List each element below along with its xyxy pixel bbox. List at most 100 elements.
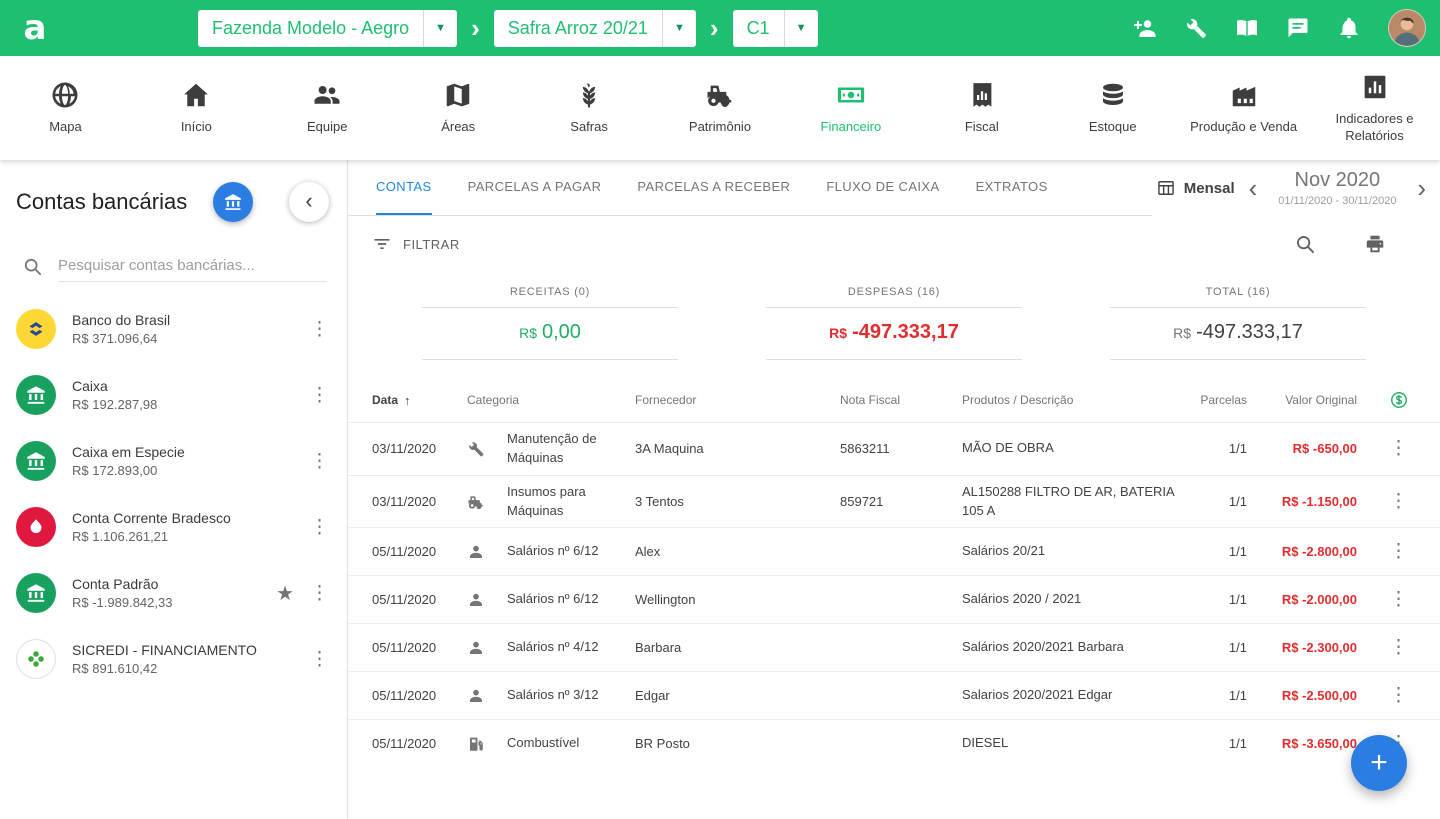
tractor-icon: [467, 493, 507, 511]
accounts-search: [22, 250, 327, 282]
transaction-row[interactable]: 05/11/2020 Salários nº 6/12 Alex Salário…: [348, 527, 1440, 575]
printer-icon: [1364, 233, 1386, 255]
account-row-conta-padrao[interactable]: Conta Padrão R$ -1.989.842,33 ★ ⋮: [0, 560, 347, 626]
nav-item-estoque[interactable]: Estoque: [1047, 56, 1178, 160]
transaction-installments: 1/1: [1197, 688, 1247, 703]
transaction-date: 05/11/2020: [372, 640, 467, 655]
collapse-sidebar-button[interactable]: ‹: [289, 182, 329, 222]
transaction-category: Combustível: [507, 734, 635, 753]
row-menu-button[interactable]: ⋮: [1379, 684, 1418, 707]
next-month-button[interactable]: ›: [1411, 175, 1432, 201]
add-transaction-fab[interactable]: +: [1351, 735, 1407, 791]
account-row-caixa-em-especie[interactable]: Caixa em Especie R$ 172.893,00 ⋮: [0, 428, 347, 494]
print-button[interactable]: [1364, 233, 1386, 255]
notifications-button[interactable]: [1337, 16, 1361, 40]
kebab-icon: ⋮: [310, 385, 329, 406]
filter-label: FILTRAR: [403, 237, 460, 252]
column-header-data[interactable]: Data ↑: [372, 393, 467, 408]
accounts-search-input[interactable]: [58, 250, 327, 282]
nav-item-financeiro[interactable]: Financeiro: [785, 56, 916, 160]
transaction-installments: 1/1: [1197, 441, 1247, 456]
transaction-value: R$ -2.300,00: [1247, 640, 1357, 655]
transaction-row[interactable]: 03/11/2020 Manutenção de Máquinas 3A Maq…: [348, 422, 1440, 475]
nav-item-safras[interactable]: Safras: [524, 56, 655, 160]
nav-item-equipe[interactable]: Equipe: [262, 56, 393, 160]
season-selector[interactable]: Safra Arroz 20/21 ▼: [494, 10, 696, 47]
total-value: R$-497.333,17: [1110, 308, 1366, 360]
period-mode-button[interactable]: Mensal: [1156, 178, 1235, 198]
row-menu-button[interactable]: ⋮: [1379, 490, 1418, 513]
account-balance: R$ 1.106.261,21: [72, 529, 231, 544]
transaction-installments: 1/1: [1197, 736, 1247, 751]
account-menu-button[interactable]: ⋮: [300, 516, 339, 539]
table-header: Data ↑ Categoria Fornecedor Nota Fiscal …: [348, 378, 1440, 422]
previous-month-button[interactable]: ‹: [1243, 175, 1264, 201]
nav-item-producao-venda[interactable]: Produção e Venda: [1178, 56, 1309, 160]
month-range: 01/11/2020 - 30/11/2020: [1263, 195, 1411, 207]
transaction-description: DIESEL: [962, 734, 1197, 753]
help-guide-button[interactable]: [1235, 16, 1259, 40]
account-menu-button[interactable]: ⋮: [300, 648, 339, 671]
chat-button[interactable]: [1286, 16, 1310, 40]
transaction-value: R$ -2.800,00: [1247, 544, 1357, 559]
row-menu-button[interactable]: ⋮: [1379, 588, 1418, 611]
account-menu-button[interactable]: ⋮: [300, 450, 339, 473]
farm-selector-value: Fazenda Modelo - Aegro: [198, 10, 423, 47]
search-transactions-button[interactable]: [1294, 233, 1316, 255]
row-menu-button[interactable]: ⋮: [1379, 437, 1418, 460]
kebab-icon: ⋮: [310, 583, 329, 604]
invite-user-button[interactable]: [1133, 16, 1157, 40]
finance-tabs: CONTAS PARCELAS A PAGAR PARCELAS A RECEB…: [348, 160, 1152, 216]
tab-contas[interactable]: CONTAS: [376, 160, 432, 215]
transaction-installments: 1/1: [1197, 640, 1247, 655]
account-row-sicredi[interactable]: SICREDI - FINANCIAMENTO R$ 891.610,42 ⋮: [0, 626, 347, 692]
add-bank-account-button[interactable]: [213, 182, 253, 222]
nav-item-mapa[interactable]: Mapa: [0, 56, 131, 160]
tab-parcelas-a-pagar[interactable]: PARCELAS A PAGAR: [468, 160, 602, 215]
kebab-icon: ⋮: [1389, 685, 1408, 706]
row-menu-button[interactable]: ⋮: [1379, 636, 1418, 659]
sort-ascending-icon: ↑: [404, 393, 411, 408]
nav-item-fiscal[interactable]: Fiscal: [916, 56, 1047, 160]
account-row-caixa[interactable]: Caixa R$ 192.287,98 ⋮: [0, 362, 347, 428]
nav-item-indicadores-relatorios[interactable]: Indicadores e Relatórios: [1309, 56, 1440, 160]
default-account-star-button[interactable]: ★: [270, 579, 300, 608]
account-row-bradesco[interactable]: Conta Corrente Bradesco R$ 1.106.261,21 …: [0, 494, 347, 560]
account-menu-button[interactable]: ⋮: [300, 384, 339, 407]
tab-parcelas-a-receber[interactable]: PARCELAS A RECEBER: [637, 160, 790, 215]
tab-fluxo-de-caixa[interactable]: FLUXO DE CAIXA: [826, 160, 939, 215]
transaction-row[interactable]: 05/11/2020 Combustível BR Posto DIESEL 1…: [348, 719, 1440, 767]
kebab-icon: ⋮: [310, 451, 329, 472]
user-avatar[interactable]: [1388, 9, 1426, 47]
transaction-row[interactable]: 05/11/2020 Salários nº 3/12 Edgar Salari…: [348, 671, 1440, 719]
money-icon: [836, 80, 866, 110]
bell-icon: [1337, 16, 1361, 40]
account-menu-button[interactable]: ⋮: [300, 582, 339, 605]
farm-selector[interactable]: Fazenda Modelo - Aegro ▼: [198, 10, 457, 47]
tools-button[interactable]: [1184, 16, 1208, 40]
kebab-icon: ⋮: [1389, 541, 1408, 562]
tab-extratos[interactable]: EXTRATOS: [976, 160, 1048, 215]
transaction-row[interactable]: 03/11/2020 Insumos para Máquinas 3 Tento…: [348, 475, 1440, 528]
transaction-category: Manutenção de Máquinas: [507, 430, 635, 468]
column-header-valor-original: Valor Original: [1247, 393, 1357, 407]
period-month[interactable]: Nov 2020 01/11/2020 - 30/11/2020: [1263, 169, 1411, 207]
nav-item-inicio[interactable]: Início: [131, 56, 262, 160]
nav-item-patrimonio[interactable]: Patrimônio: [655, 56, 786, 160]
amount: -497.333,17: [852, 321, 959, 343]
transaction-row[interactable]: 05/11/2020 Salários nº 4/12 Barbara Salá…: [348, 623, 1440, 671]
account-name: Caixa: [72, 378, 157, 394]
chevron-right-icon: ›: [1417, 173, 1426, 203]
transaction-invoice: 859721: [840, 494, 962, 509]
nav-item-areas[interactable]: Áreas: [393, 56, 524, 160]
transaction-installments: 1/1: [1197, 494, 1247, 509]
transaction-supplier: 3A Maquina: [635, 441, 840, 456]
account-menu-button[interactable]: ⋮: [300, 318, 339, 341]
nav-label: Indicadores e Relatórios: [1319, 111, 1431, 145]
transaction-date: 03/11/2020: [372, 494, 467, 509]
field-selector[interactable]: C1 ▼: [733, 10, 818, 47]
row-menu-button[interactable]: ⋮: [1379, 540, 1418, 563]
transaction-row[interactable]: 05/11/2020 Salários nº 6/12 Wellington S…: [348, 575, 1440, 623]
filter-button[interactable]: FILTRAR: [372, 234, 460, 254]
account-row-banco-do-brasil[interactable]: Banco do Brasil R$ 371.096,64 ⋮: [0, 296, 347, 362]
